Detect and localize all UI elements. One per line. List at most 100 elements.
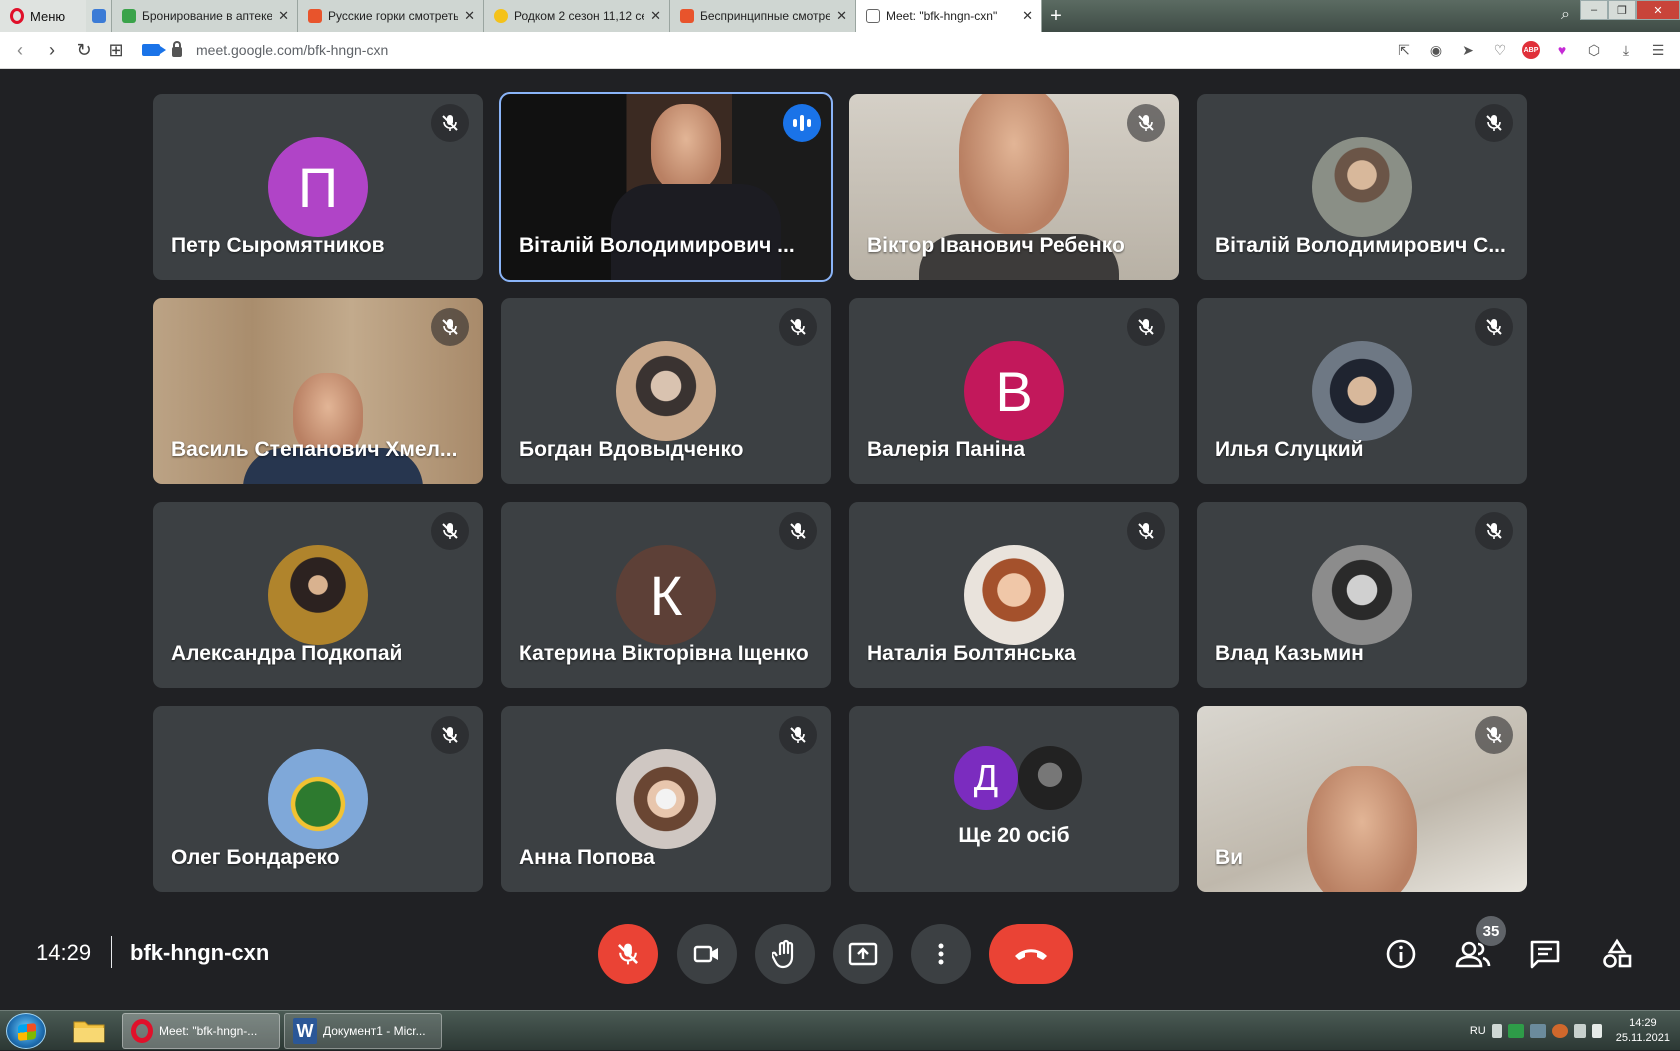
participant-tile[interactable]: Віктор Іванович Ребенко bbox=[849, 94, 1179, 280]
mic-off-icon bbox=[617, 943, 639, 965]
opera-icon bbox=[131, 1019, 153, 1043]
heart-icon[interactable]: ♡ bbox=[1490, 40, 1510, 60]
participant-face bbox=[651, 104, 721, 192]
adblock-icon[interactable]: ABP bbox=[1522, 41, 1540, 59]
mic-off-icon bbox=[1475, 716, 1513, 754]
tab-close-icon[interactable]: ✕ bbox=[836, 8, 847, 24]
microphone-toggle-button[interactable] bbox=[598, 924, 658, 984]
raise-hand-button[interactable] bbox=[755, 924, 815, 984]
mic-off-icon bbox=[1475, 308, 1513, 346]
opera-menu-button[interactable]: Меню bbox=[0, 0, 86, 32]
easy-setup-icon[interactable]: ☰ bbox=[1648, 40, 1668, 60]
tab-search-icon[interactable]: ⌕ bbox=[1561, 6, 1570, 24]
tray-show-hidden-icon[interactable] bbox=[1491, 1024, 1502, 1038]
participant-name: Віктор Іванович Ребенко bbox=[867, 234, 1125, 257]
tab-besprincipnye[interactable]: Беспринципные смотреть ✕ bbox=[670, 0, 856, 32]
participant-tile[interactable]: Олег Бондареко bbox=[153, 706, 483, 892]
extensions-cube-icon[interactable]: ⬡ bbox=[1584, 40, 1604, 60]
lock-icon[interactable] bbox=[172, 41, 182, 57]
tab-close-icon[interactable]: ✕ bbox=[278, 8, 289, 24]
participant-tile[interactable]: Илья Слуцкий bbox=[1197, 298, 1527, 484]
participant-face bbox=[959, 94, 1069, 234]
participant-tile[interactable]: Влад Казьмин bbox=[1197, 502, 1527, 688]
participant-name: Олег Бондареко bbox=[171, 846, 340, 869]
participant-name: Катерина Вікторівна Іщенко bbox=[519, 642, 809, 665]
chat-button[interactable] bbox=[1523, 932, 1567, 976]
tray-antivirus-icon[interactable] bbox=[1551, 1024, 1568, 1038]
participant-tile[interactable]: В Валерія Паніна bbox=[849, 298, 1179, 484]
participant-tile[interactable]: Анна Попова bbox=[501, 706, 831, 892]
present-screen-button[interactable] bbox=[833, 924, 893, 984]
tab-pinned[interactable] bbox=[86, 0, 112, 32]
meet-participant-grid: П Петр Сыромятников Віталій Володимирови… bbox=[0, 70, 1680, 906]
emoji-icon bbox=[494, 9, 508, 23]
pharmacy-icon bbox=[122, 9, 136, 23]
maximize-button[interactable]: ❐ bbox=[1608, 0, 1636, 20]
snapshot-icon[interactable]: ◉ bbox=[1426, 40, 1446, 60]
participant-tile[interactable]: Александра Подкопай bbox=[153, 502, 483, 688]
tab-close-icon[interactable]: ✕ bbox=[650, 8, 661, 24]
participant-suit bbox=[611, 184, 781, 280]
speed-dial-grid-icon[interactable]: ⊞ bbox=[100, 40, 132, 61]
taskbar-item-label: Meet: "bfk-hngn-... bbox=[159, 1024, 258, 1038]
video-site-icon bbox=[680, 9, 694, 23]
meeting-details-button[interactable] bbox=[1379, 932, 1423, 976]
download-icon[interactable]: ⤓ bbox=[1616, 40, 1636, 60]
mic-off-icon bbox=[779, 716, 817, 754]
clock[interactable]: 14:29 25.11.2021 bbox=[1616, 1016, 1670, 1046]
more-participants-tile[interactable]: Д Ще 20 осіб bbox=[849, 706, 1179, 892]
avatar-photo bbox=[616, 749, 716, 849]
tray-app-icon[interactable] bbox=[1507, 1024, 1524, 1038]
tab-rodkom[interactable]: Родком 2 сезон 11,12 сер ✕ bbox=[484, 0, 670, 32]
participant-name: Богдан Вдовыдченко bbox=[519, 438, 744, 461]
explorer-folder-icon[interactable] bbox=[64, 1015, 114, 1047]
participant-face bbox=[1307, 766, 1417, 892]
url-field[interactable]: meet.google.com/bfk-hngn-cxn bbox=[196, 42, 388, 58]
start-button[interactable] bbox=[6, 1013, 46, 1049]
tab-russian-hills[interactable]: Русские горки смотреть о ✕ bbox=[298, 0, 484, 32]
share-icon[interactable]: ⇱ bbox=[1394, 40, 1414, 60]
windows-taskbar: Meet: "bfk-hngn-... W Документ1 - Micr..… bbox=[0, 1010, 1680, 1050]
new-tab-button[interactable]: + bbox=[1042, 0, 1070, 32]
participant-tile[interactable]: Наталія Болтянська bbox=[849, 502, 1179, 688]
send-icon[interactable]: ➤ bbox=[1458, 40, 1478, 60]
mic-off-icon bbox=[1475, 104, 1513, 142]
more-participants-label: Ще 20 осіб bbox=[958, 824, 1070, 847]
forward-button[interactable]: › bbox=[36, 40, 68, 61]
participant-tile[interactable]: П Петр Сыромятников bbox=[153, 94, 483, 280]
self-view-tile[interactable]: Ви bbox=[1197, 706, 1527, 892]
close-window-button[interactable]: ✕ bbox=[1636, 0, 1680, 20]
back-button[interactable]: ‹ bbox=[4, 40, 36, 61]
camera-toggle-button[interactable] bbox=[677, 924, 737, 984]
info-icon bbox=[1386, 939, 1416, 969]
participant-tile[interactable]: К Катерина Вікторівна Іщенко bbox=[501, 502, 831, 688]
language-indicator[interactable]: RU bbox=[1470, 1025, 1486, 1037]
browser-tab-strip: Меню Бронирование в аптеке | ✕ Русские г… bbox=[0, 0, 1680, 32]
action-center-flag-icon[interactable] bbox=[1591, 1024, 1602, 1038]
participant-tile[interactable]: Віталій Володимирович С... bbox=[1197, 94, 1527, 280]
participant-tile-speaking[interactable]: Віталій Володимирович ... bbox=[499, 92, 833, 282]
tray-network-icon[interactable] bbox=[1529, 1024, 1546, 1038]
tab-meet[interactable]: Meet: "bfk-hngn-cxn" ✕ bbox=[856, 0, 1042, 32]
avatar-photo bbox=[1312, 137, 1412, 237]
mic-off-icon bbox=[431, 716, 469, 754]
minimize-button[interactable]: – bbox=[1580, 0, 1608, 20]
leave-call-button[interactable] bbox=[989, 924, 1073, 984]
taskbar-item-opera[interactable]: Meet: "bfk-hngn-... bbox=[122, 1013, 280, 1049]
activities-button[interactable] bbox=[1595, 932, 1639, 976]
present-icon bbox=[848, 942, 878, 966]
vpn-heart-icon[interactable]: ♥ bbox=[1552, 40, 1572, 60]
participant-name: Віталій Володимирович ... bbox=[519, 234, 795, 257]
tab-close-icon[interactable]: ✕ bbox=[464, 8, 475, 24]
menu-label: Меню bbox=[30, 8, 66, 24]
volume-icon[interactable] bbox=[1573, 1024, 1586, 1038]
more-options-button[interactable] bbox=[911, 924, 971, 984]
reload-button[interactable]: ↻ bbox=[68, 40, 100, 61]
tab-pharmacy[interactable]: Бронирование в аптеке | ✕ bbox=[112, 0, 298, 32]
participant-tile[interactable]: Богдан Вдовыдченко bbox=[501, 298, 831, 484]
participant-tile[interactable]: Василь Степанович Хмел... bbox=[153, 298, 483, 484]
tab-close-icon[interactable]: ✕ bbox=[1022, 8, 1033, 24]
mic-off-icon bbox=[431, 512, 469, 550]
avatar: Д bbox=[954, 746, 1018, 810]
taskbar-item-word[interactable]: W Документ1 - Micr... bbox=[284, 1013, 442, 1049]
